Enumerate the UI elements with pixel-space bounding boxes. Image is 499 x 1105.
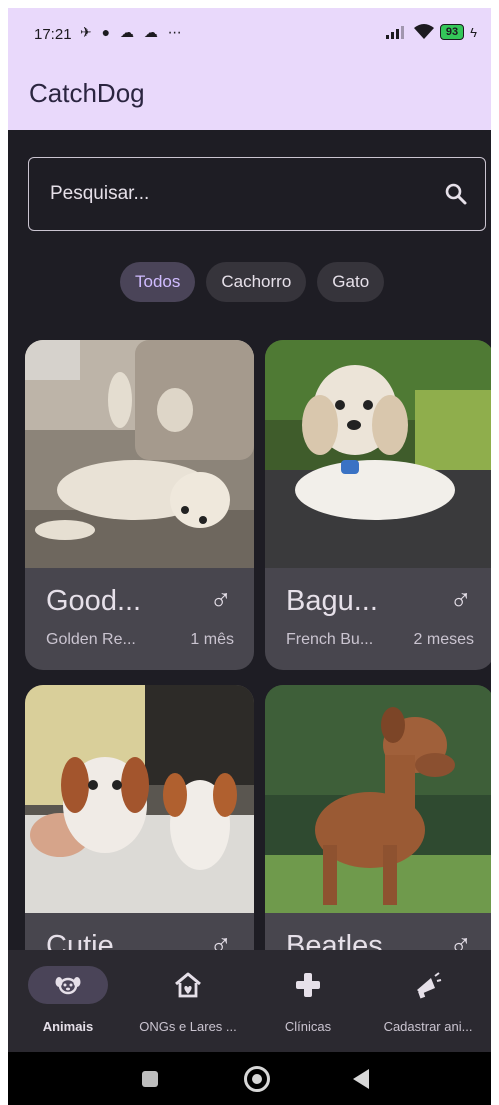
- status-right-group: 93 ϟ: [385, 24, 477, 40]
- animal-age: 2 meses: [413, 631, 474, 648]
- system-navigation-bar: [8, 1052, 491, 1105]
- nav-item-clinicas[interactable]: Clínicas: [248, 950, 368, 1052]
- megaphone-icon: [417, 972, 442, 999]
- nav-label: Clínicas: [284, 1019, 332, 1034]
- animal-name: Good...: [46, 585, 142, 617]
- animal-card[interactable]: Good... ♂ Golden Re... 1 mês: [25, 340, 254, 670]
- animal-card[interactable]: Bagu... ♂ French Bu... 2 meses: [265, 340, 491, 670]
- notification-icons: ✈︎ ● ☁ ☁ ⋯: [80, 24, 185, 40]
- charging-icon: ϟ: [470, 24, 477, 40]
- home-button-icon[interactable]: [244, 1066, 270, 1092]
- search-icon[interactable]: [443, 181, 469, 207]
- search-input[interactable]: Pesquisar...: [28, 157, 486, 231]
- status-bar: 17:21 ✈︎ ● ☁ ☁ ⋯ 93 ϟ: [8, 8, 491, 60]
- nav-label: ONGs e Lares ...: [139, 1019, 237, 1034]
- recent-apps-icon[interactable]: [142, 1071, 158, 1087]
- chip-todos[interactable]: Todos: [120, 262, 196, 302]
- filter-chips: Todos Cachorro Gato: [120, 262, 385, 302]
- app-bar: 17:21 ✈︎ ● ☁ ☁ ⋯ 93 ϟ CatchDog: [8, 8, 491, 130]
- nav-item-cadastrar[interactable]: Cadastrar ani...: [368, 950, 488, 1052]
- animal-photo: [265, 685, 491, 913]
- dog-face-icon: [55, 977, 81, 995]
- medical-cross-icon: [296, 973, 320, 997]
- bottom-navigation: Animais ONGs e Lares ... Clínicas Cadast…: [8, 950, 491, 1052]
- back-icon[interactable]: [353, 1069, 369, 1089]
- animal-breed: Golden Re...: [46, 631, 136, 648]
- battery-icon: 93: [439, 24, 465, 40]
- nav-item-ongs[interactable]: ONGs e Lares ...: [128, 950, 248, 1052]
- chip-cachorro[interactable]: Cachorro: [206, 262, 307, 302]
- animal-photo: [25, 685, 254, 913]
- nav-label: Cadastrar ani...: [383, 1019, 473, 1034]
- home-icon: [175, 972, 201, 998]
- animal-age: 1 mês: [190, 631, 234, 648]
- app-title: CatchDog: [29, 78, 145, 108]
- search-placeholder: Pesquisar...: [50, 183, 150, 204]
- chip-gato[interactable]: Gato: [317, 262, 385, 302]
- male-icon: ♂: [209, 584, 233, 617]
- animal-name: Bagu...: [286, 585, 378, 617]
- app-screen: 17:21 ✈︎ ● ☁ ☁ ⋯ 93 ϟ CatchDog Pesquisar…: [8, 8, 491, 1105]
- animal-photo: [25, 340, 254, 568]
- nav-label: Animais: [42, 1019, 94, 1034]
- animal-breed: French Bu...: [286, 631, 374, 648]
- male-icon: ♂: [449, 584, 473, 617]
- signal-icon: [385, 26, 404, 39]
- animal-photo: [265, 340, 491, 568]
- wifi-icon: [413, 24, 434, 39]
- nav-item-animais[interactable]: Animais: [8, 950, 128, 1052]
- status-time: 17:21: [34, 26, 72, 43]
